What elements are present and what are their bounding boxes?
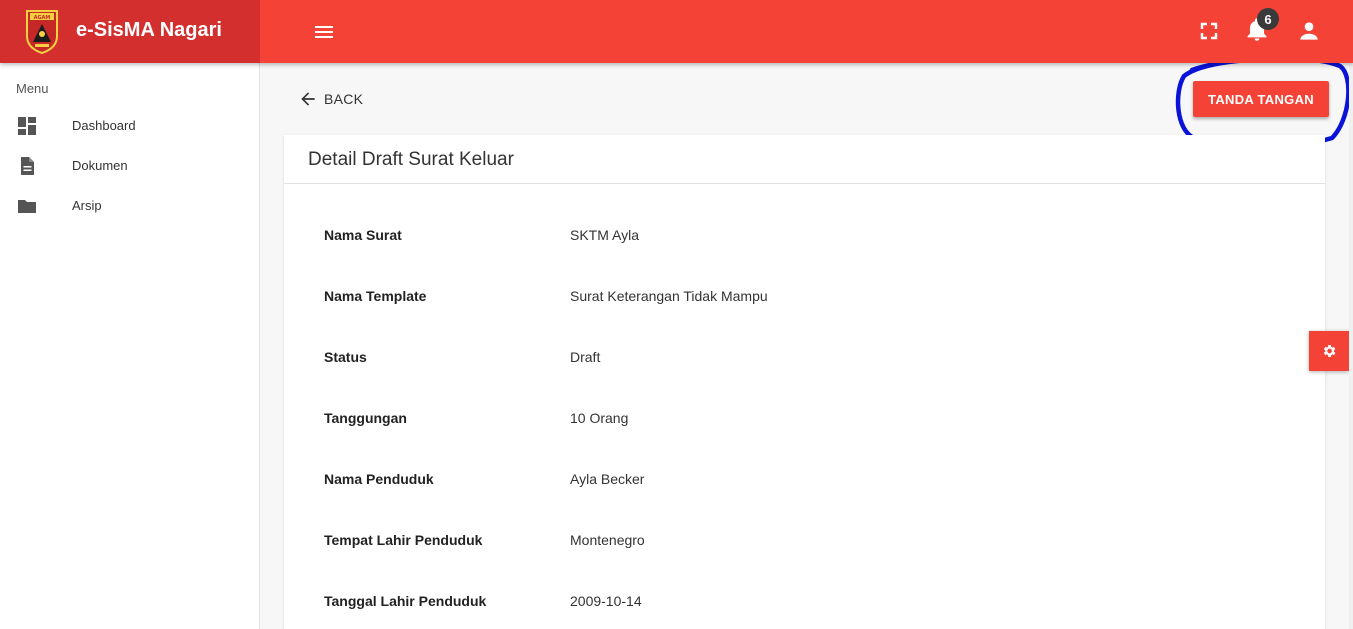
field-value: Draft xyxy=(570,349,601,365)
user-icon[interactable] xyxy=(1296,18,1322,44)
field-value: Ayla Becker xyxy=(570,471,645,487)
dashboard-icon xyxy=(18,117,36,135)
notification-badge: 6 xyxy=(1257,8,1279,30)
field-value: SKTM Ayla xyxy=(570,227,639,243)
folder-icon xyxy=(18,200,36,213)
fullscreen-icon[interactable] xyxy=(1197,19,1221,43)
top-app-bar: AGAM e-SisMA Nagari 6 xyxy=(0,0,1353,63)
sidebar: Menu Dashboard Dokumen Arsip xyxy=(0,63,260,629)
svg-text:AGAM: AGAM xyxy=(34,15,51,21)
field-label: Tanggungan xyxy=(324,410,407,426)
settings-button[interactable] xyxy=(1309,331,1349,371)
arrow-left-icon xyxy=(301,92,315,106)
detail-row: Tempat Lahir Penduduk Montenegro xyxy=(284,532,1325,556)
detail-row: Nama Template Surat Keterangan Tidak Mam… xyxy=(284,288,1325,312)
document-icon xyxy=(21,157,34,175)
field-value: Surat Keterangan Tidak Mampu xyxy=(570,288,768,304)
detail-card: Detail Draft Surat Keluar Nama Surat SKT… xyxy=(284,135,1325,629)
back-button[interactable]: BACK xyxy=(298,88,363,110)
detail-row: Nama Penduduk Ayla Becker xyxy=(284,471,1325,495)
field-label: Tempat Lahir Penduduk xyxy=(324,532,483,548)
field-label: Status xyxy=(324,349,367,365)
app-name: e-SisMA Nagari xyxy=(76,19,222,41)
menu-icon[interactable] xyxy=(312,20,336,44)
gear-icon xyxy=(1323,345,1336,357)
field-label: Nama Template xyxy=(324,288,427,304)
brand-area[interactable]: AGAM e-SisMA Nagari xyxy=(0,0,260,63)
sidebar-item-label: Dashboard xyxy=(72,118,136,133)
sidebar-item-label: Arsip xyxy=(72,198,102,213)
field-label: Nama Penduduk xyxy=(324,471,434,487)
sidebar-item-dashboard[interactable]: Dashboard xyxy=(0,106,259,146)
sidebar-item-arsip[interactable]: Arsip xyxy=(0,186,259,226)
card-title: Detail Draft Surat Keluar xyxy=(308,149,514,170)
sidebar-item-dokumen[interactable]: Dokumen xyxy=(0,146,259,186)
field-label: Nama Surat xyxy=(324,227,402,243)
field-label: Tanggal Lahir Penduduk xyxy=(324,593,487,609)
detail-row: Nama Surat SKTM Ayla xyxy=(284,227,1325,251)
detail-row: Tanggungan 10 Orang xyxy=(284,410,1325,434)
back-label: BACK xyxy=(324,91,364,107)
field-value: 10 Orang xyxy=(570,410,629,426)
tanda-tangan-button[interactable]: TANDA TANGAN xyxy=(1193,81,1329,117)
field-value: Montenegro xyxy=(570,532,645,548)
sidebar-menu-header: Menu xyxy=(16,81,49,96)
agam-logo: AGAM xyxy=(26,10,58,54)
detail-row: Tanggal Lahir Penduduk 2009-10-14 xyxy=(284,593,1325,617)
detail-row: Status Draft xyxy=(284,349,1325,373)
card-divider xyxy=(284,183,1325,184)
page-scrollbar[interactable] xyxy=(1349,63,1353,629)
sidebar-item-label: Dokumen xyxy=(72,158,128,173)
field-value: 2009-10-14 xyxy=(570,593,642,609)
